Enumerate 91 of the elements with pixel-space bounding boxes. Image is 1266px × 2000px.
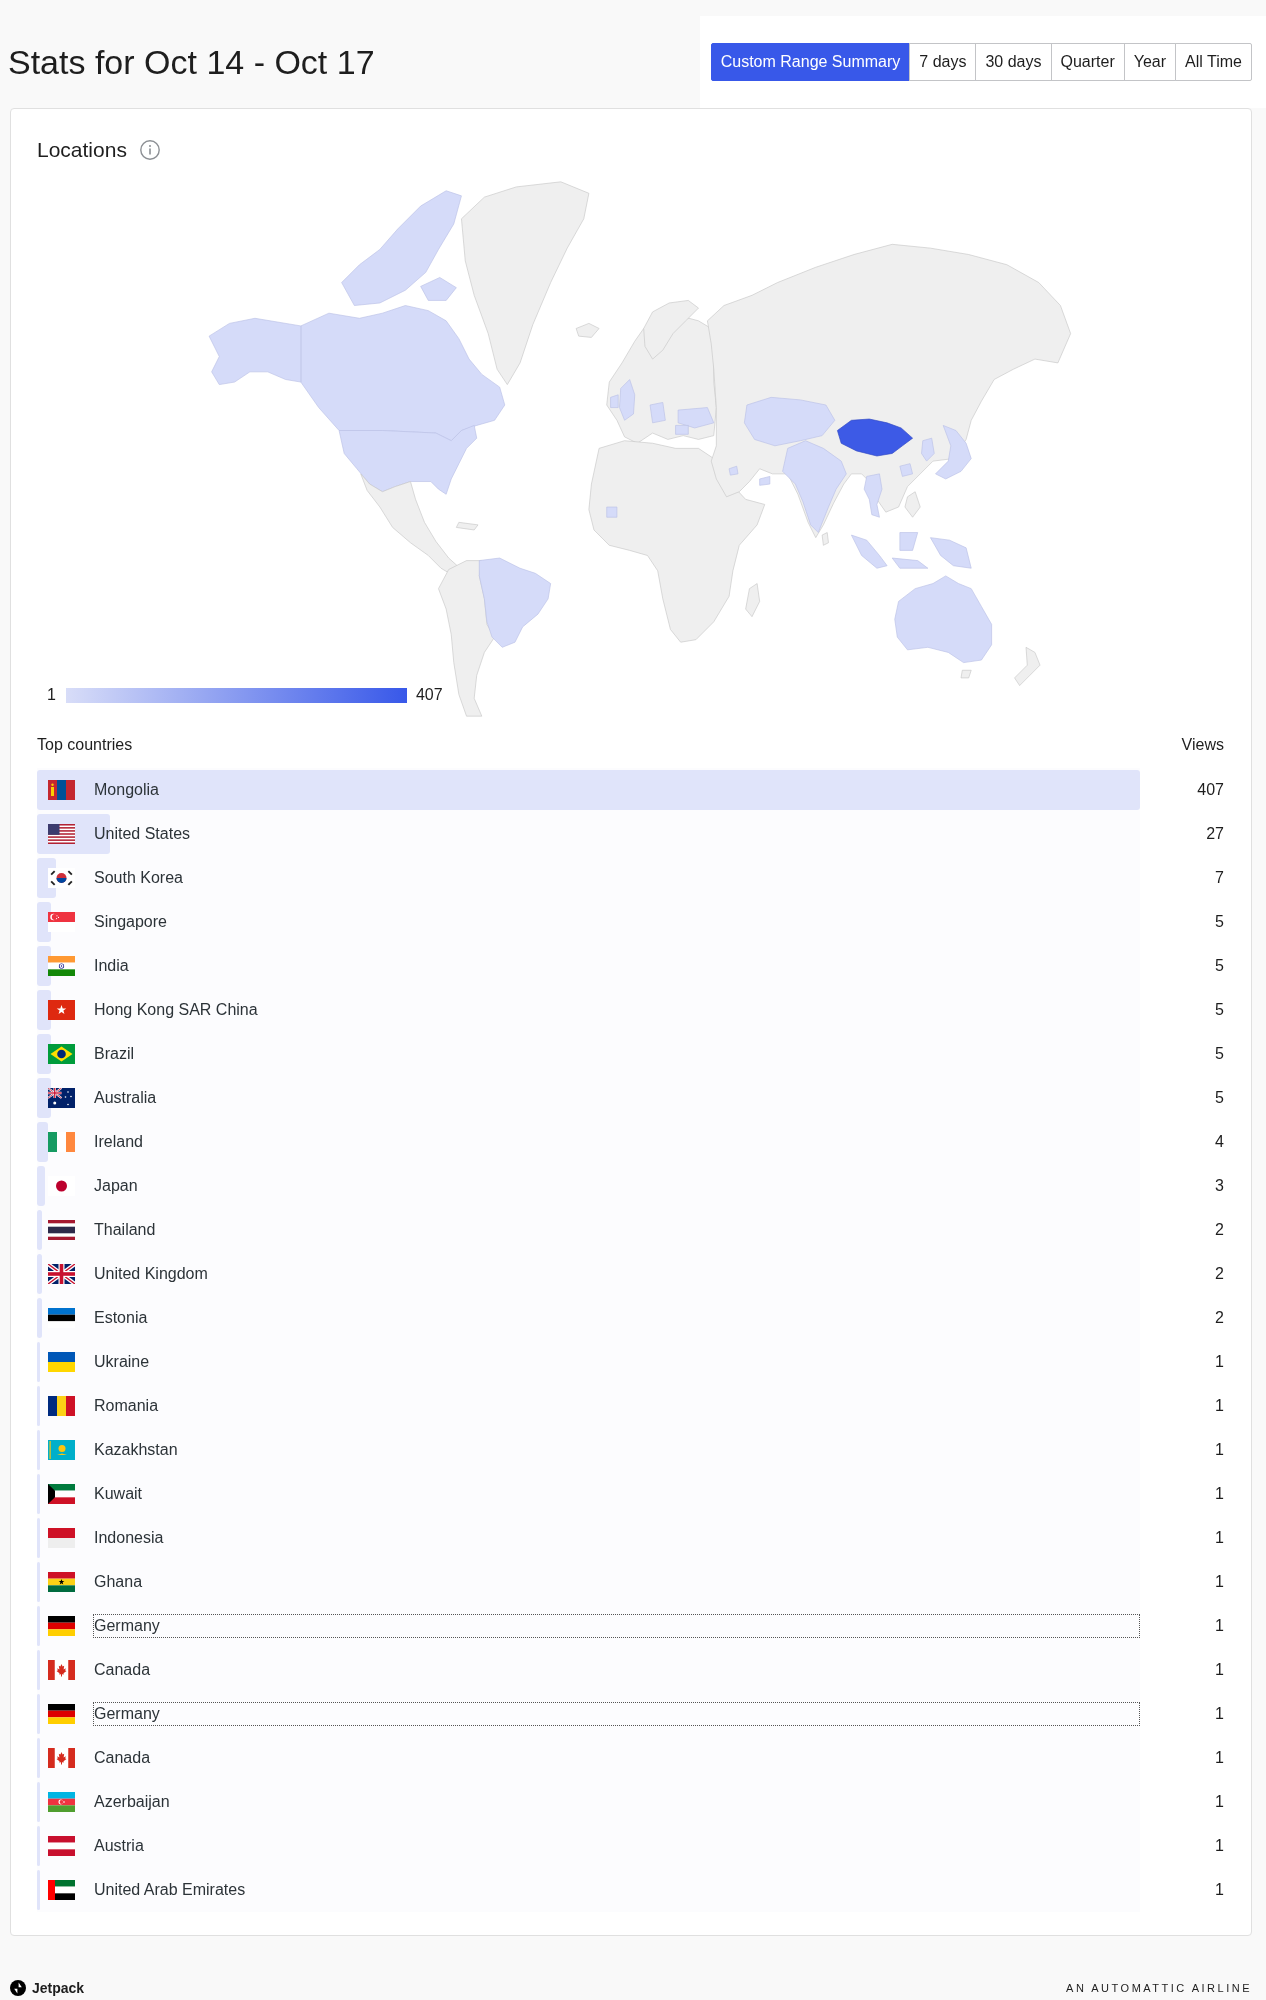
page-title: Stats for Oct 14 - Oct 17 (8, 42, 375, 82)
flag-icon (48, 1044, 75, 1064)
flag-icon (48, 1880, 75, 1900)
views-count: 3 (1215, 1176, 1224, 1196)
country-name[interactable]: United States (93, 822, 192, 846)
flag-icon (48, 1132, 75, 1152)
views-count: 2 (1215, 1220, 1224, 1240)
views-count: 1 (1215, 1572, 1224, 1592)
country-name[interactable]: Australia (93, 1086, 158, 1110)
views-count: 1 (1215, 1484, 1224, 1504)
brand-name: Jetpack (32, 1979, 85, 1998)
country-name[interactable]: Ukraine (93, 1350, 151, 1374)
info-icon[interactable] (139, 140, 160, 160)
views-count: 1 (1215, 1836, 1224, 1856)
period-tab[interactable]: Custom Range Summary (710, 43, 911, 81)
period-tab[interactable]: 7 days (909, 43, 977, 81)
country-name[interactable]: Japan (93, 1174, 139, 1198)
country-name[interactable]: India (93, 954, 130, 978)
views-count: 5 (1215, 912, 1224, 932)
flag-icon (48, 1660, 75, 1680)
country-name[interactable]: Estonia (93, 1306, 149, 1330)
legend-max-value: 407 (415, 685, 443, 705)
views-count: 1 (1215, 1704, 1224, 1724)
card-title: Locations (37, 138, 127, 162)
country-name[interactable]: United Arab Emirates (93, 1878, 247, 1902)
views-count: 1 (1215, 1352, 1224, 1372)
views-count: 2 (1215, 1264, 1224, 1284)
views-count: 5 (1215, 1088, 1224, 1108)
column-header: Views (1181, 735, 1224, 755)
country-name[interactable]: Kuwait (93, 1482, 144, 1506)
country-name[interactable]: Indonesia (93, 1526, 165, 1550)
flag-icon (48, 1440, 75, 1460)
country-name[interactable]: South Korea (93, 866, 184, 890)
flag-icon (48, 1220, 75, 1240)
flag-icon (48, 1000, 75, 1020)
views-count: 5 (1215, 1000, 1224, 1020)
country-name[interactable]: Thailand (93, 1218, 157, 1242)
country-name[interactable]: Ghana (93, 1570, 144, 1594)
flag-icon (48, 1352, 75, 1372)
views-count: 2 (1215, 1308, 1224, 1328)
period-tab[interactable]: All Time (1175, 43, 1252, 81)
country-name[interactable]: Kazakhstan (93, 1438, 179, 1462)
country-name[interactable]: United Kingdom (93, 1262, 209, 1286)
legend-min-value: 1 (47, 685, 56, 705)
period-tab[interactable]: 30 days (975, 43, 1052, 81)
views-count: 1 (1215, 1880, 1224, 1900)
views-count: 407 (1197, 780, 1224, 800)
flag-icon (48, 1616, 75, 1636)
flag-icon (48, 1088, 75, 1108)
views-count: 1 (1215, 1660, 1224, 1680)
country-name[interactable]: Hong Kong SAR China (93, 998, 259, 1022)
views-count: 4 (1215, 1132, 1224, 1152)
country-name[interactable]: Ireland (93, 1130, 144, 1154)
country-name[interactable]: Romania (93, 1394, 160, 1418)
country-name[interactable]: Singapore (93, 910, 168, 934)
flag-icon (48, 1396, 75, 1416)
country-name[interactable]: Brazil (93, 1042, 135, 1066)
views-count: 1 (1215, 1528, 1224, 1548)
flag-icon (48, 780, 75, 800)
flag-icon (48, 1528, 75, 1548)
views-count: 1 (1215, 1792, 1224, 1812)
views-count: 5 (1215, 1044, 1224, 1064)
views-count: 1 (1215, 1440, 1224, 1460)
country-name[interactable]: Azerbaijan (93, 1790, 171, 1814)
views-count: 1 (1215, 1616, 1224, 1636)
views-count: 1 (1215, 1748, 1224, 1768)
country-name[interactable]: Germany (93, 1702, 1140, 1726)
views-count: 5 (1215, 956, 1224, 976)
country-name[interactable]: Austria (93, 1834, 145, 1858)
flag-icon (48, 956, 75, 976)
country-name[interactable]: Germany (93, 1614, 1140, 1638)
country-name[interactable]: Canada (93, 1658, 152, 1682)
flag-icon (48, 1748, 75, 1768)
flag-icon (48, 1484, 75, 1504)
flag-icon (48, 824, 75, 844)
flag-icon (48, 1704, 75, 1724)
column-header: Top countries (37, 735, 133, 755)
flag-icon (48, 1572, 75, 1592)
views-count: 1 (1215, 1396, 1224, 1416)
period-tab[interactable]: Quarter (1050, 43, 1125, 81)
footer-tagline: AN AUTOMATTIC AIRLINE (1066, 1981, 1252, 1996)
flag-icon (48, 1836, 75, 1856)
country-name[interactable]: Canada (93, 1746, 152, 1770)
views-count: 27 (1206, 824, 1224, 844)
flag-icon (48, 1792, 75, 1812)
lightning-logo-icon (10, 1980, 26, 1996)
views-count: 7 (1215, 868, 1224, 888)
flag-icon (48, 1264, 75, 1284)
flag-icon (48, 912, 75, 932)
country-name[interactable]: Mongolia (93, 778, 160, 802)
period-tab[interactable]: Year (1123, 43, 1177, 81)
